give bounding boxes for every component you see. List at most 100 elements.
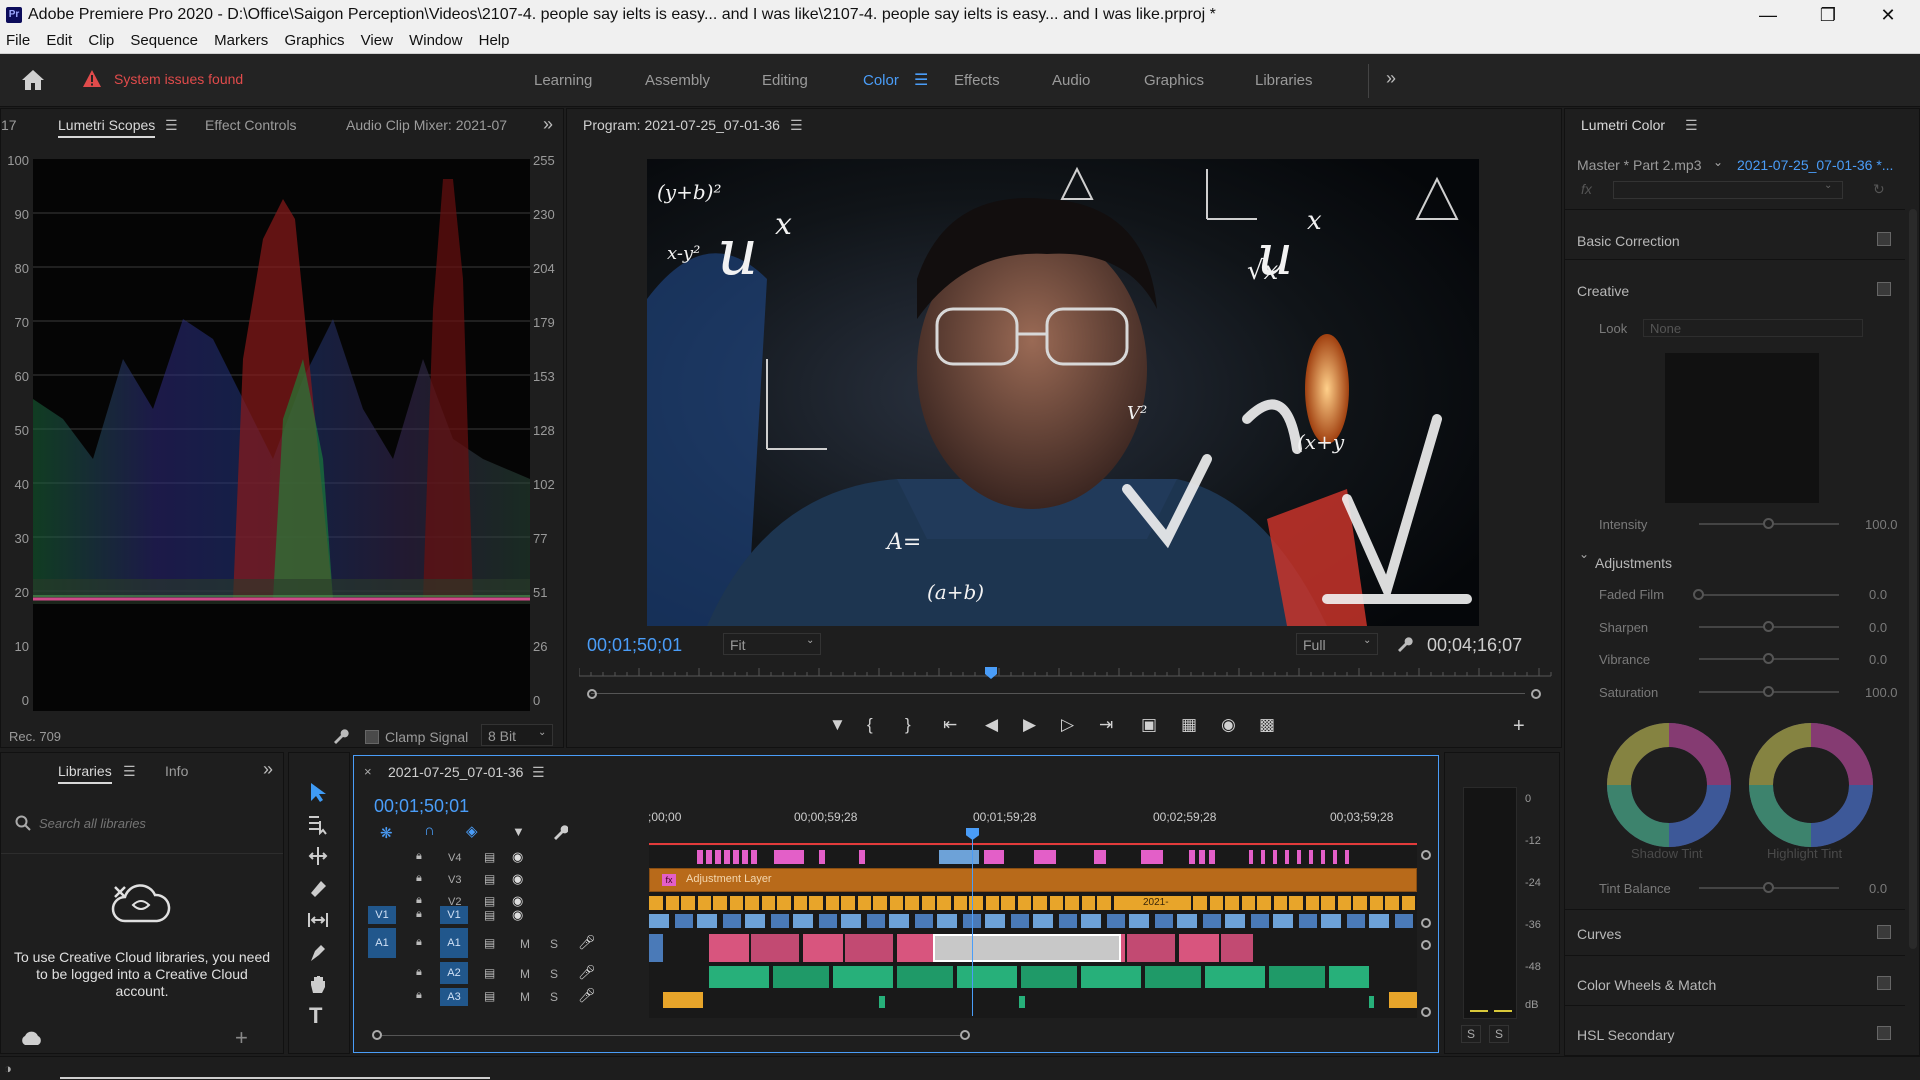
tint-balance-value[interactable]: 0.0 (1869, 881, 1887, 896)
highlight-tint-wheel[interactable] (1749, 723, 1873, 847)
tab-audio-clip-mixer[interactable]: Audio Clip Mixer: 2021-07 (346, 117, 507, 133)
clip-v4[interactable] (1141, 850, 1163, 864)
sync-lock-icon[interactable]: ▤ (484, 872, 495, 886)
voiceover-mic-icon[interactable]: 🎤︎ (578, 987, 596, 1004)
toggle-output-eye-icon[interactable]: ◉ (512, 871, 523, 887)
menu-sequence[interactable]: Sequence (124, 30, 198, 49)
tab-graphics[interactable]: Graphics (1144, 72, 1204, 89)
wrench-icon[interactable] (331, 727, 349, 745)
track-label-a1[interactable]: A1 (440, 928, 468, 958)
menu-help[interactable]: Help (473, 30, 510, 49)
export-frame-camera-icon[interactable]: ◉ (1221, 715, 1236, 735)
menu-graphics[interactable]: Graphics (278, 30, 344, 49)
tab-libraries-panel[interactable]: Libraries (58, 763, 112, 784)
mute-a3[interactable]: M (520, 990, 530, 1004)
adjustment-layer-clip[interactable]: fx Adjustment Layer (649, 868, 1417, 892)
mute-a1[interactable]: M (520, 937, 530, 951)
shadow-tint-wheel[interactable] (1607, 723, 1731, 847)
adjustments-header[interactable]: Adjustments (1595, 555, 1672, 571)
lock-icon[interactable]: 🔒︎ (416, 872, 422, 885)
zoom-bar[interactable] (591, 693, 1525, 694)
clip-a1[interactable] (649, 934, 663, 962)
clip-a3[interactable] (1389, 992, 1417, 1008)
vibrance-value[interactable]: 0.0 (1869, 652, 1887, 667)
timeline-playhead-handle[interactable] (966, 828, 979, 840)
mark-in-icon[interactable]: { (867, 715, 873, 735)
solo-a3[interactable]: S (550, 990, 558, 1004)
clip-v2[interactable]: 2021- (1119, 896, 1189, 910)
solo-a1[interactable]: S (550, 937, 558, 951)
fit-zoom-select[interactable]: Fit ⌄ (723, 633, 821, 655)
panel-menu-icon[interactable]: ☰ (790, 117, 803, 134)
creative-header[interactable]: Creative (1577, 283, 1629, 299)
toggle-output-eye-icon[interactable]: ◉ (512, 849, 523, 865)
timeline-playhead-line[interactable] (972, 830, 973, 1016)
hsl-secondary-checkbox[interactable] (1877, 1026, 1891, 1040)
tab-assembly[interactable]: Assembly (645, 72, 710, 89)
add-marker-icon[interactable]: ▼ (512, 824, 525, 839)
basic-correction-checkbox[interactable] (1877, 232, 1891, 246)
lift-icon[interactable]: ▣ (1141, 715, 1157, 735)
faded-film-value[interactable]: 0.0 (1869, 587, 1887, 602)
menu-edit[interactable]: Edit (40, 30, 72, 49)
sync-lock-icon[interactable]: ▤ (484, 966, 495, 980)
tab-libraries[interactable]: Libraries (1255, 72, 1313, 89)
extract-icon[interactable]: ▦ (1181, 715, 1197, 735)
lock-icon[interactable]: 🔒︎ (416, 908, 422, 921)
panel-scrollbar[interactable] (1909, 209, 1917, 949)
tab-color[interactable]: Color (863, 72, 899, 89)
vertical-zoom-handle[interactable] (1421, 918, 1431, 928)
clip-v1[interactable] (649, 914, 1417, 928)
clip-v4[interactable] (697, 850, 757, 864)
clip-a2[interactable] (709, 966, 1369, 988)
close-sequence-icon[interactable]: × (364, 764, 372, 779)
source-patch-v1[interactable]: V1 (368, 906, 396, 924)
clamp-signal-checkbox[interactable] (365, 730, 379, 744)
zoom-handle-right[interactable] (1531, 689, 1541, 699)
add-marker-icon[interactable]: ▼ (829, 715, 846, 735)
cloud-sync-icon[interactable] (19, 1031, 43, 1047)
pen-tool-icon[interactable] (307, 941, 329, 963)
tab-effects[interactable]: Effects (954, 72, 1000, 89)
track-label-a3[interactable]: A3 (440, 988, 468, 1006)
mute-a2[interactable]: M (520, 967, 530, 981)
program-monitor-title[interactable]: Program: 2021-07-25_07-01-36 (583, 117, 780, 133)
step-forward-icon[interactable]: ▷ (1061, 715, 1074, 735)
sync-lock-icon[interactable]: ▤ (484, 850, 495, 864)
lock-icon[interactable]: 🔒︎ (416, 966, 422, 979)
more-workspaces-icon[interactable]: » (1386, 68, 1396, 89)
master-clip-label[interactable]: Master * Part 2.mp3 (1577, 157, 1702, 173)
sequence-clip-label[interactable]: 2021-07-25_07-01-36 *... (1737, 157, 1893, 173)
clip-v4-selected[interactable] (939, 850, 979, 864)
snap-magnet-icon[interactable]: ∩ (424, 822, 435, 839)
clip-v2[interactable] (649, 896, 1417, 910)
effect-select[interactable]: ⌄ (1613, 180, 1843, 199)
clip-v4[interactable] (819, 850, 825, 864)
panel-overflow-icon[interactable]: » (543, 114, 553, 135)
toggle-output-eye-icon[interactable]: ◉ (512, 907, 523, 923)
tab-editing[interactable]: Editing (762, 72, 808, 89)
color-wheels-header[interactable]: Color Wheels & Match (1577, 977, 1716, 993)
close-icon[interactable]: ✕ (1860, 0, 1916, 30)
razor-tool-icon[interactable] (307, 877, 329, 899)
tab-info[interactable]: Info (165, 763, 188, 779)
clip-v4[interactable] (1189, 850, 1219, 864)
horizontal-zoom-handle-right[interactable] (960, 1030, 970, 1040)
vertical-zoom-handle[interactable] (1421, 850, 1431, 860)
clip-v4[interactable] (1249, 850, 1349, 864)
source-patch-a1[interactable]: A1 (368, 928, 396, 958)
sequence-tab[interactable]: 2021-07-25_07-01-36 (388, 764, 523, 780)
track-label-v4[interactable]: V4 (448, 852, 461, 864)
curves-header[interactable]: Curves (1577, 926, 1621, 942)
panel-menu-icon[interactable]: ☰ (165, 117, 178, 134)
clip-a3[interactable] (663, 992, 703, 1008)
clip-v4[interactable] (859, 850, 865, 864)
program-timecode[interactable]: 00;01;50;01 (587, 635, 682, 656)
zoom-handle-left[interactable] (587, 689, 597, 699)
vertical-zoom-handle[interactable] (1421, 940, 1431, 950)
hsl-secondary-header[interactable]: HSL Secondary (1577, 1027, 1675, 1043)
look-select[interactable]: None (1643, 319, 1863, 337)
solo-right-button[interactable]: S (1489, 1025, 1509, 1043)
menu-clip[interactable]: Clip (82, 30, 114, 49)
go-to-out-icon[interactable]: ⇥ (1099, 715, 1113, 735)
